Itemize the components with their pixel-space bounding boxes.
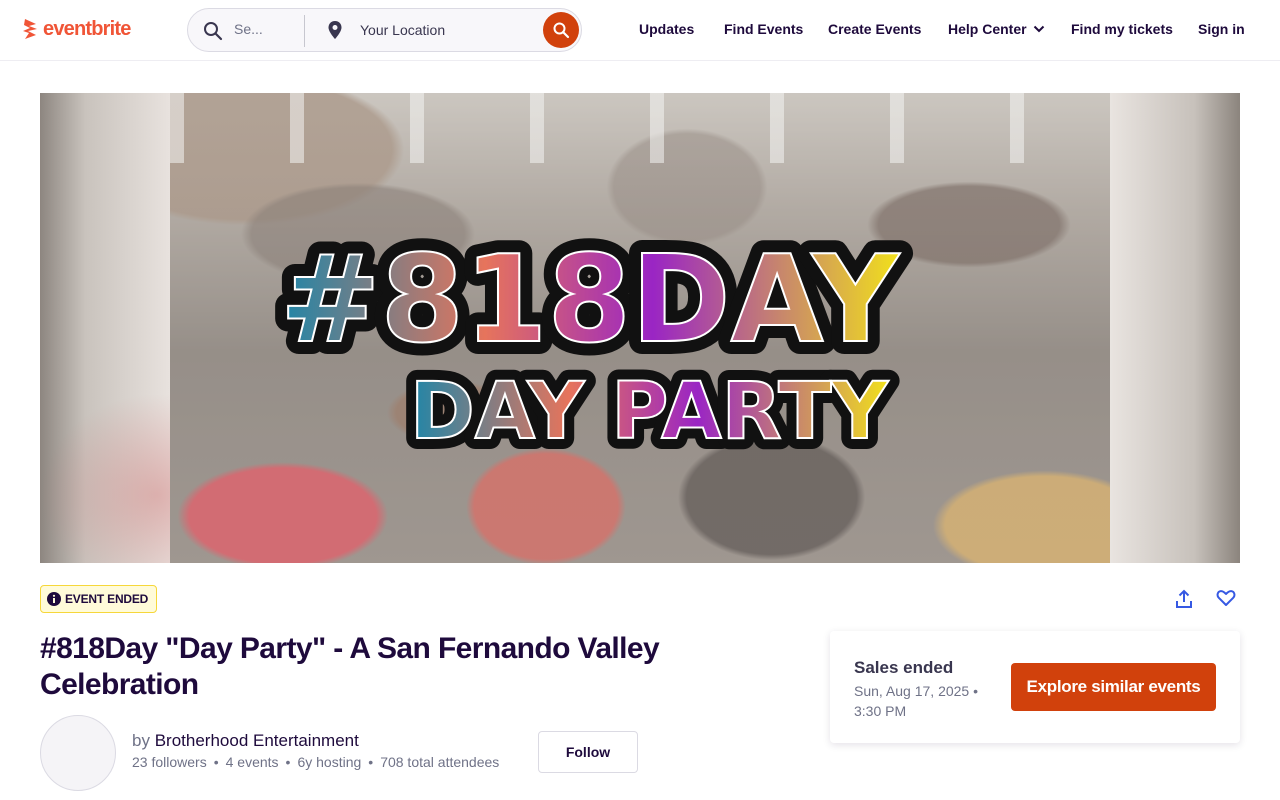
share-icon: [1176, 589, 1192, 608]
search-input[interactable]: Se...: [234, 21, 288, 37]
organizer-line: by Brotherhood Entertainment: [132, 731, 359, 751]
info-icon: [47, 592, 61, 606]
event-ended-badge: EVENT ENDED: [40, 585, 158, 613]
search-icon: [204, 22, 223, 41]
follow-button[interactable]: Follow: [538, 731, 638, 773]
hero-logo-line1: #818DAY: [280, 231, 901, 370]
stats-separator: •: [285, 754, 291, 770]
eventbrite-logo[interactable]: eventbrite: [22, 17, 131, 41]
share-button[interactable]: [1172, 587, 1196, 611]
like-button[interactable]: [1214, 586, 1238, 610]
sales-ended-date: Sun, Aug 17, 2025 • 3:30 PM: [854, 683, 979, 719]
sales-ended-title: Sales ended: [854, 658, 954, 677]
organizer-hosting: 6y hosting: [297, 754, 362, 770]
stats-separator: •: [213, 754, 219, 770]
location-input[interactable]: Your Location: [360, 22, 445, 38]
nav-help-center-label: Help Center: [948, 21, 1027, 37]
organizer-prefix: by: [132, 731, 150, 750]
search-submit-icon: [553, 22, 570, 39]
search-bar: Se... Your Location: [187, 8, 582, 52]
logo-wordmark: eventbrite: [43, 17, 131, 40]
hero-logo-line2: DAY PARTY: [410, 367, 889, 457]
event-title: #818Day "Day Party" - A San Fernando Val…: [40, 632, 660, 701]
search-submit-button[interactable]: [543, 12, 579, 48]
eventbrite-flame-icon: [23, 19, 37, 39]
stats-separator: •: [368, 754, 374, 770]
organizer-followers: 23 followers: [132, 754, 207, 770]
badge-label: EVENT ENDED: [65, 592, 149, 606]
location-pin-icon: [328, 21, 342, 39]
heart-icon: [1216, 590, 1236, 606]
organizer-name-link[interactable]: Brotherhood Entertainment: [155, 731, 359, 750]
organizer-avatar[interactable]: [40, 715, 116, 791]
event-hero-image: #818DAY #818DAY DAY PARTY DAY PARTY: [40, 93, 1240, 563]
organizer-stats: 23 followers • 4 events • 6y hosting • 7…: [132, 754, 499, 770]
nav-updates[interactable]: Updates: [639, 21, 694, 37]
818day-party-logo: #818DAY #818DAY DAY PARTY DAY PARTY: [270, 218, 914, 468]
nav-find-my-tickets[interactable]: Find my tickets: [1071, 21, 1173, 37]
organizer-events: 4 events: [225, 754, 279, 770]
top-header: eventbrite Se... Your Location Updates F…: [0, 0, 1280, 61]
sales-status-card: Sales ended Sun, Aug 17, 2025 • 3:30 PM …: [830, 631, 1240, 743]
organizer-attendees: 708 total attendees: [380, 754, 500, 770]
hero-blur-right: [1110, 93, 1240, 563]
nav-help-center[interactable]: Help Center: [948, 21, 1045, 37]
chevron-down-icon: [1033, 25, 1044, 33]
nav-create-events[interactable]: Create Events: [828, 21, 921, 37]
nav-find-events[interactable]: Find Events: [724, 21, 803, 37]
search-divider: [304, 15, 305, 47]
hero-blur-left-tint: [40, 393, 170, 563]
explore-similar-events-button[interactable]: Explore similar events: [1011, 663, 1216, 711]
nav-sign-in[interactable]: Sign in: [1198, 21, 1245, 37]
party-crowd-photo: #818DAY #818DAY DAY PARTY DAY PARTY: [170, 93, 1110, 563]
